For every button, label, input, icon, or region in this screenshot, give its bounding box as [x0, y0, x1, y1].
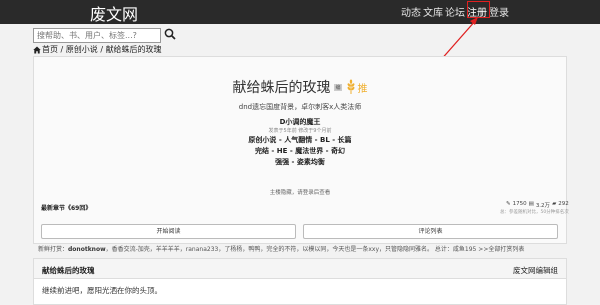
home-icon: [33, 46, 41, 53]
recommend-section-group[interactable]: 废文网编辑组: [513, 265, 558, 276]
book-subtitle: dnd遗忘国度背景，卓尔刺客x人类法师: [238, 103, 362, 111]
recommend-section-header: 献给蛛后的玫瑰 废文网编辑组: [34, 259, 566, 279]
book-title-row: 献给蛛后的玫瑰 编 推: [0, 77, 600, 97]
search-input[interactable]: [33, 28, 161, 43]
register-highlight-box: [467, 1, 490, 18]
tips-label: 新鲜打赏：: [38, 246, 69, 253]
book-author[interactable]: D小调的魔王: [0, 117, 600, 127]
breadcrumb: 首页 / 原创小说 / 献给蛛后的玫瑰: [33, 44, 162, 55]
recommend-mark: 推: [357, 83, 368, 95]
nav-dynamic[interactable]: 动态: [401, 4, 421, 19]
nav-links: 动态 文库 论坛 注册 登录: [401, 4, 511, 19]
stat-comments: 292: [558, 201, 569, 207]
wheat-icon: [347, 79, 354, 94]
site-logo[interactable]: 废文网: [90, 1, 138, 25]
stat-views: 3.2万: [535, 203, 551, 209]
latest-chapter[interactable]: 最新章节《69回》: [41, 203, 91, 212]
stats-subnote: 总：参差随机对比，50分种排名次: [500, 210, 569, 215]
tips-names: ，香香交流-加壳，羊羊羊羊，ranana233，了杨杨，鸭鸭，完全的不符，以模以…: [105, 246, 433, 253]
tips-total: 总计：咸鱼195: [433, 246, 477, 253]
recommend-section-body: 继续前进吧，愿阳光洒在你的头顶。: [42, 286, 162, 295]
book-tags-row-3[interactable]: 强强 - 姿素均衡: [0, 157, 600, 167]
hidden-post-note: 主楼隐藏，请登录后查看: [269, 190, 331, 196]
breadcrumb-book[interactable]: 献给蛛后的玫瑰: [106, 44, 162, 55]
nav-forum[interactable]: 论坛: [445, 4, 465, 19]
tips-more-link[interactable]: >>全部打赏列表: [478, 246, 524, 253]
tips-row: 新鲜打赏：donotknow，香香交流-加壳，羊羊羊羊，ranana233，了杨…: [38, 244, 524, 253]
nav-library[interactable]: 文库: [423, 4, 443, 19]
pen-icon: ✎: [506, 201, 511, 207]
review-list-button[interactable]: 评论列表: [303, 224, 558, 239]
book-icon: ▤: [528, 201, 534, 207]
start-reading-button[interactable]: 开始阅读: [41, 224, 296, 239]
search-icon[interactable]: [164, 28, 176, 40]
edit-badge: 编: [334, 83, 342, 91]
nav-login[interactable]: 登录: [489, 4, 509, 19]
recommend-section-title[interactable]: 献给蛛后的玫瑰: [42, 265, 95, 276]
comment-icon: ▰: [552, 201, 557, 207]
recommend-section: 献给蛛后的玫瑰 废文网编辑组 继续前进吧，愿阳光洒在你的头顶。: [33, 258, 567, 305]
stat-words: 1750: [512, 201, 527, 207]
book-stats: ✎ 1750 ▤ 3.2万 ▰ 292: [506, 201, 569, 209]
book-title: 献给蛛后的玫瑰: [232, 80, 331, 96]
tips-first-name[interactable]: donotknow: [68, 246, 106, 253]
breadcrumb-home[interactable]: 首页: [42, 44, 58, 55]
breadcrumb-category[interactable]: 原创小说: [66, 44, 98, 55]
book-dates: 发表于5年前 修改于9个月前: [268, 128, 332, 134]
top-navbar: 废文网 动态 文库 论坛 注册 登录: [0, 0, 600, 24]
book-tags-row-1[interactable]: 原创小说 - 人气翻情 - BL - 长篇: [0, 135, 600, 145]
book-tags-row-2[interactable]: 完结 - HE - 魔法世界 - 奇幻: [0, 146, 600, 156]
